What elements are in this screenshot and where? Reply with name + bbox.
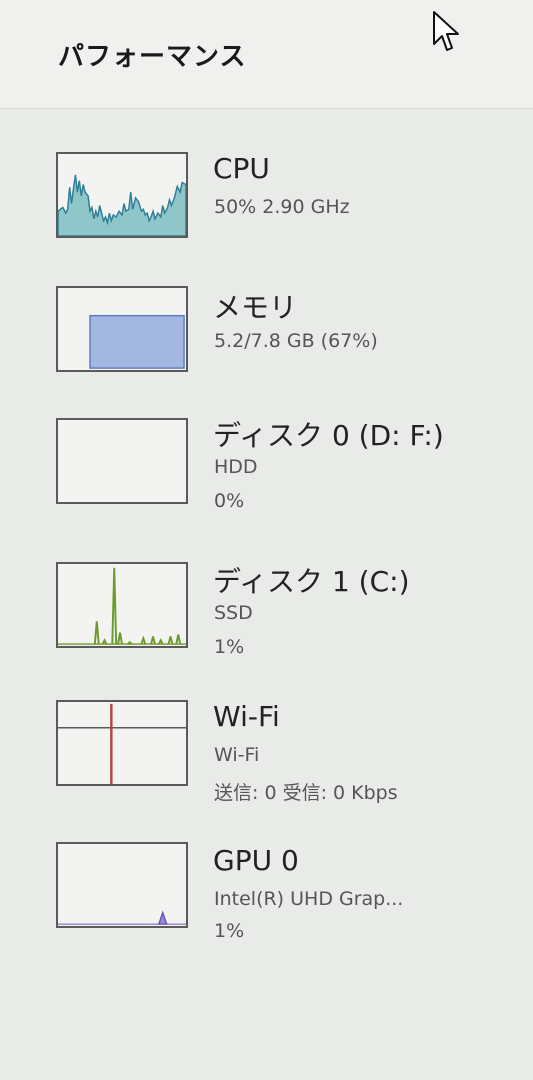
disk0-graph (56, 418, 188, 504)
page-title: パフォーマンス (58, 42, 247, 72)
disk1-graph (56, 562, 188, 648)
mouse-cursor-icon (433, 11, 459, 51)
memory-name: メモリ (213, 291, 298, 324)
memory-usage: 5.2/7.8 GB (67%) (214, 330, 378, 352)
disk0-name: ディスク 0 (D: F:) (213, 419, 444, 452)
resource-item-cpu[interactable]: CPU 50% 2.90 GHz (0, 108, 533, 238)
gpu-model: Intel(R) UHD Grap... (214, 888, 404, 910)
disk0-type: HDD (214, 456, 258, 478)
resource-item-wifi[interactable]: Wi-Fi Wi-Fi 送信: 0 受信: 0 Kbps (0, 654, 533, 804)
gpu-usage: 1% (214, 920, 245, 942)
wifi-graph (56, 700, 188, 786)
gpu-graph (56, 842, 188, 928)
resource-item-memory[interactable]: メモリ 5.2/7.8 GB (67%) (0, 238, 533, 372)
disk1-type: SSD (214, 602, 253, 624)
cpu-graph (56, 152, 188, 238)
resource-item-disk1[interactable]: ディスク 1 (C:) SSD 1% (0, 512, 533, 658)
disk1-name: ディスク 1 (C:) (213, 565, 410, 598)
memory-graph (56, 286, 188, 372)
resource-item-gpu[interactable]: GPU 0 Intel(R) UHD Grap... 1% (0, 796, 533, 942)
header: パフォーマンス (0, 0, 533, 109)
cpu-usage: 50% 2.90 GHz (214, 196, 350, 218)
cpu-name: CPU (213, 152, 270, 185)
resource-item-disk0[interactable]: ディスク 0 (D: F:) HDD 0% (0, 370, 533, 512)
wifi-name: Wi-Fi (213, 700, 280, 733)
wifi-adapter: Wi-Fi (214, 744, 260, 766)
gpu-name: GPU 0 (213, 844, 299, 877)
disk0-usage: 0% (214, 490, 245, 512)
